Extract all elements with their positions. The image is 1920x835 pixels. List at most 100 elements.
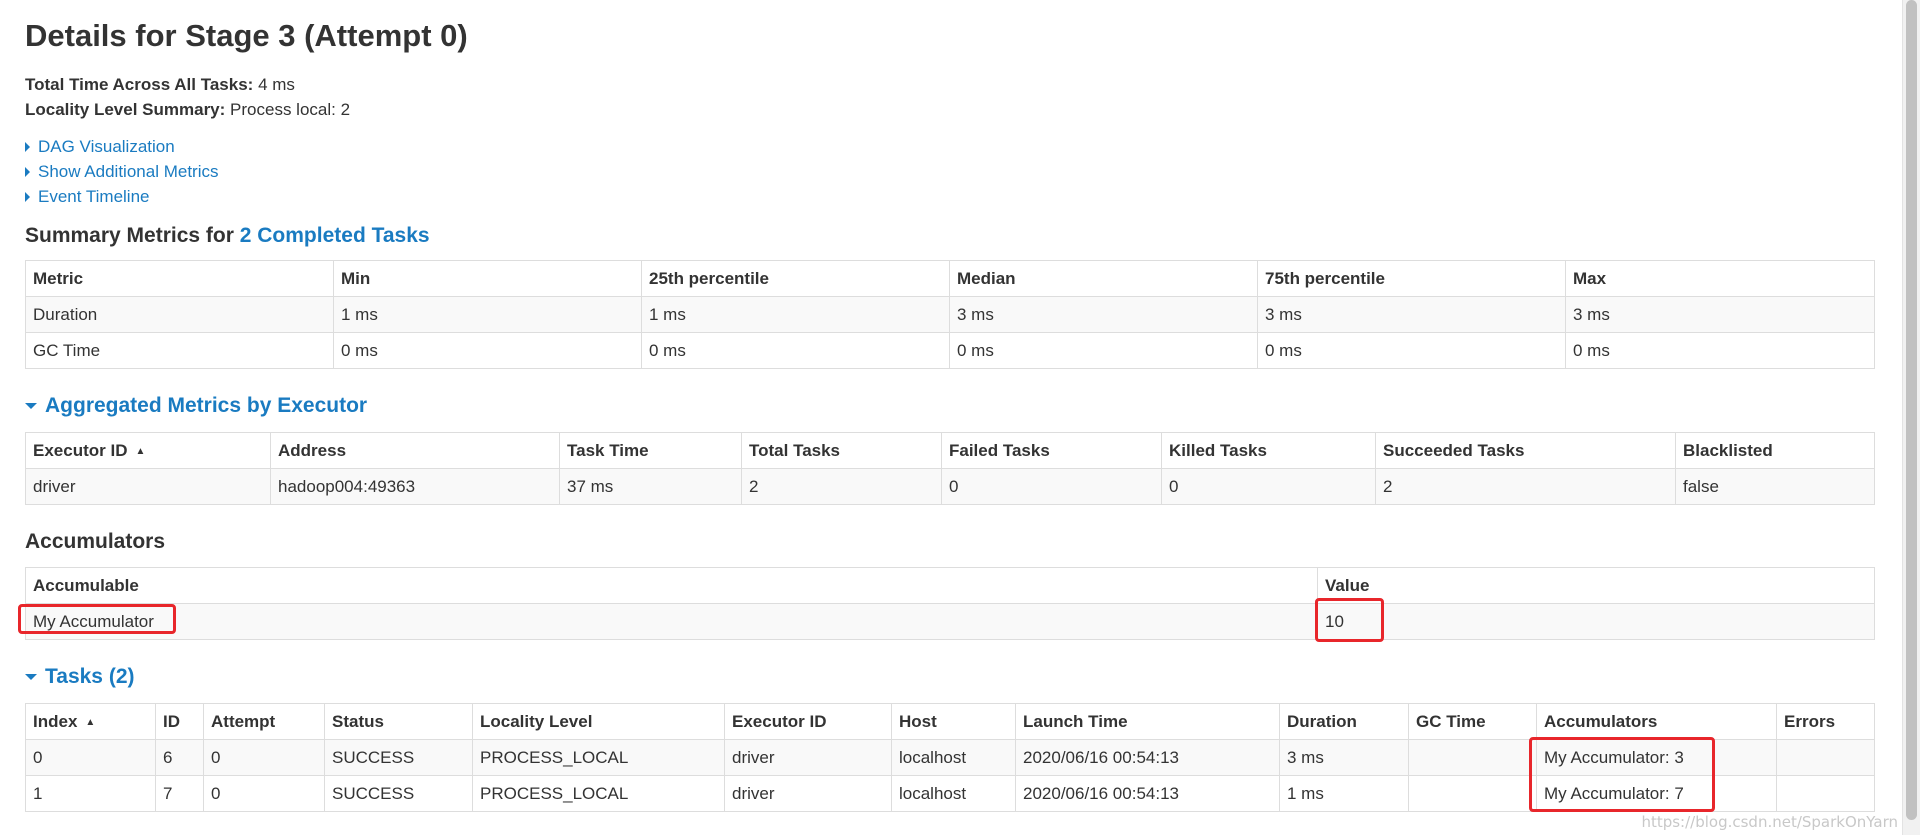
caret-right-icon: [25, 191, 30, 202]
column-header[interactable]: Task Time: [559, 432, 742, 469]
caret-down-icon: [25, 403, 37, 409]
table-header-row: Executor ID ▲ Address Task Time Total Tas…: [25, 432, 1875, 469]
completed-tasks-link[interactable]: 2 Completed Tasks: [240, 224, 430, 247]
column-header[interactable]: Total Tasks: [741, 432, 942, 469]
total-time-row: Total Time Across All Tasks: 4 ms: [25, 72, 350, 97]
table-cell: 2: [741, 468, 942, 505]
column-header[interactable]: Executor ID: [724, 703, 892, 740]
table-cell: GC Time: [25, 332, 334, 369]
table-cell: 0: [25, 739, 156, 776]
accumulators-heading: Accumulators: [25, 530, 166, 553]
column-header-executor-id[interactable]: Executor ID ▲: [25, 432, 271, 469]
column-header[interactable]: Median: [949, 260, 1258, 297]
table-cell: driver: [724, 775, 892, 812]
table-cell: [1776, 775, 1875, 812]
locality-summary-value: Process local: 2: [230, 100, 351, 119]
table-row: My Accumulator 10: [25, 603, 1875, 640]
total-time-value: 4 ms: [258, 75, 295, 94]
table-cell: PROCESS_LOCAL: [472, 775, 725, 812]
column-header[interactable]: Locality Level: [472, 703, 725, 740]
table-cell: driver: [724, 739, 892, 776]
table-cell: 0 ms: [1565, 332, 1875, 369]
table-cell: 1 ms: [1279, 775, 1409, 812]
dag-visualization-link[interactable]: DAG Visualization: [25, 134, 218, 159]
table-cell: false: [1675, 468, 1875, 505]
table-row: driver hadoop004:49363 37 ms 2 0 0 2 fal…: [25, 468, 1875, 505]
table-cell: 3 ms: [1257, 296, 1566, 333]
table-cell: Duration: [25, 296, 334, 333]
task-accumulator-cell: My Accumulator: 7: [1536, 775, 1777, 812]
tasks-toggle[interactable]: Tasks (2): [25, 663, 135, 691]
tasks-table: Index ▲ ID Attempt Status Locality Level …: [25, 703, 1875, 812]
column-header[interactable]: Host: [891, 703, 1016, 740]
caret-right-icon: [25, 166, 30, 177]
column-header[interactable]: Metric: [25, 260, 334, 297]
table-cell: localhost: [891, 739, 1016, 776]
column-header[interactable]: 25th percentile: [641, 260, 950, 297]
column-header[interactable]: 75th percentile: [1257, 260, 1566, 297]
column-header[interactable]: Blacklisted: [1675, 432, 1875, 469]
table-cell: 1: [25, 775, 156, 812]
watermark: https://blog.csdn.net/SparkOnYarn: [1641, 813, 1898, 831]
column-header-label: Executor ID: [33, 440, 128, 460]
table-cell: 1 ms: [333, 296, 642, 333]
stage-summary: Total Time Across All Tasks: 4 ms Locali…: [25, 72, 350, 122]
column-header[interactable]: ID: [155, 703, 204, 740]
column-header[interactable]: Status: [324, 703, 473, 740]
task-accumulator-cell: My Accumulator: 3: [1536, 739, 1777, 776]
table-cell: 2: [1375, 468, 1676, 505]
locality-summary-row: Locality Level Summary: Process local: 2: [25, 97, 350, 122]
column-header-index[interactable]: Index ▲: [25, 703, 156, 740]
table-cell: 0 ms: [333, 332, 642, 369]
table-cell: driver: [25, 468, 271, 505]
table-cell: 2020/06/16 00:54:13: [1015, 739, 1280, 776]
summary-metrics-heading: Summary Metrics for 2 Completed Tasks: [25, 222, 430, 250]
table-cell: 6: [155, 739, 204, 776]
vertical-scrollbar[interactable]: [1902, 0, 1920, 835]
table-cell: PROCESS_LOCAL: [472, 739, 725, 776]
column-header[interactable]: Max: [1565, 260, 1875, 297]
summary-metrics-heading-prefix: Summary Metrics for: [25, 224, 234, 247]
column-header[interactable]: Attempt: [203, 703, 325, 740]
table-cell: 1 ms: [641, 296, 950, 333]
total-time-label: Total Time Across All Tasks:: [25, 75, 254, 94]
table-cell: 0 ms: [1257, 332, 1566, 369]
show-additional-metrics-label: Show Additional Metrics: [38, 162, 219, 181]
column-header[interactable]: Killed Tasks: [1161, 432, 1376, 469]
column-header[interactable]: Min: [333, 260, 642, 297]
table-cell: 0: [1161, 468, 1376, 505]
table-cell: 2020/06/16 00:54:13: [1015, 775, 1280, 812]
summary-metrics-table: Metric Min 25th percentile Median 75th p…: [25, 260, 1875, 369]
table-cell: 0 ms: [949, 332, 1258, 369]
column-header[interactable]: Address: [270, 432, 560, 469]
column-header[interactable]: Duration: [1279, 703, 1409, 740]
aggregated-metrics-heading: Aggregated Metrics by Executor: [45, 394, 368, 417]
column-header-label: Index: [33, 711, 78, 731]
scrollbar-thumb[interactable]: [1906, 0, 1917, 820]
column-header[interactable]: GC Time: [1408, 703, 1537, 740]
table-cell: [1776, 739, 1875, 776]
accumulator-value-cell: 10: [1317, 603, 1875, 640]
table-cell: 3 ms: [949, 296, 1258, 333]
aggregated-metrics-toggle[interactable]: Aggregated Metrics by Executor: [25, 392, 367, 420]
column-header[interactable]: Accumulators: [1536, 703, 1777, 740]
caret-right-icon: [25, 141, 30, 152]
column-header[interactable]: Value: [1317, 567, 1875, 604]
table-cell: localhost: [891, 775, 1016, 812]
table-cell: 37 ms: [559, 468, 742, 505]
column-header[interactable]: Failed Tasks: [941, 432, 1162, 469]
table-cell: 0: [203, 739, 325, 776]
expander-links: DAG Visualization Show Additional Metric…: [25, 134, 218, 209]
column-header[interactable]: Errors: [1776, 703, 1875, 740]
table-row: Duration 1 ms 1 ms 3 ms 3 ms 3 ms: [25, 296, 1875, 333]
column-header[interactable]: Accumulable: [25, 567, 1318, 604]
show-additional-metrics-link[interactable]: Show Additional Metrics: [25, 159, 218, 184]
table-cell: 3 ms: [1279, 739, 1409, 776]
event-timeline-link[interactable]: Event Timeline: [25, 184, 218, 209]
column-header[interactable]: Launch Time: [1015, 703, 1280, 740]
accumulators-table: Accumulable Value My Accumulator 10: [25, 567, 1875, 640]
locality-summary-label: Locality Level Summary:: [25, 100, 226, 119]
table-row: 1 7 0 SUCCESS PROCESS_LOCAL driver local…: [25, 775, 1875, 812]
column-header[interactable]: Succeeded Tasks: [1375, 432, 1676, 469]
aggregated-metrics-table: Executor ID ▲ Address Task Time Total Tas…: [25, 432, 1875, 505]
